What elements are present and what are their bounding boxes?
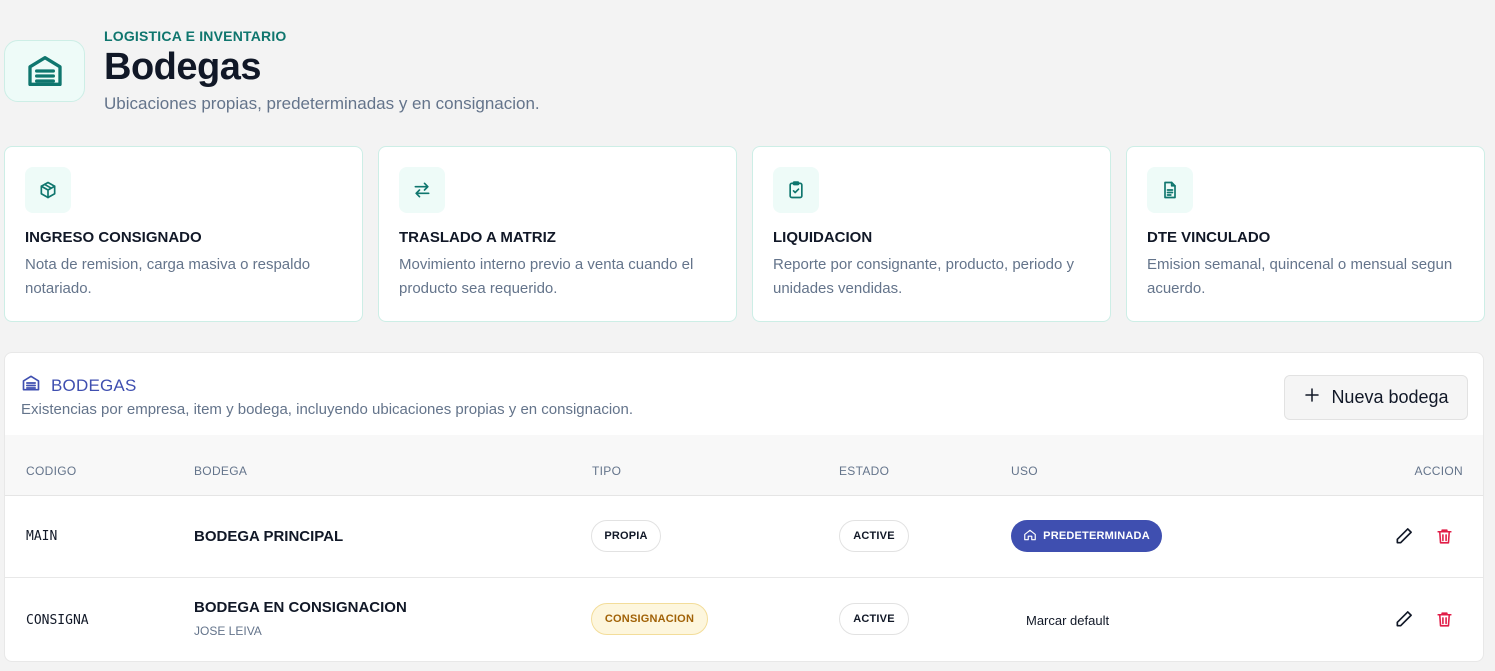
type-badge: CONSIGNACION — [591, 603, 708, 635]
bodegas-panel: BODEGAS Existencias por empresa, item y … — [4, 352, 1484, 662]
col-bodega: BODEGA — [194, 464, 248, 478]
info-cards: INGRESO CONSIGNADO Nota de remision, car… — [4, 146, 1485, 322]
header-warehouse-icon — [4, 40, 85, 102]
card-dte-vinculado: DTE VINCULADO Emision semanal, quincenal… — [1126, 146, 1485, 322]
new-bodega-button[interactable]: Nueva bodega — [1284, 375, 1468, 420]
row-name: BODEGA EN CONSIGNACION — [194, 599, 407, 616]
panel-desc: Existencias por empresa, item y bodega, … — [21, 401, 634, 418]
col-codigo: CODIGO — [26, 464, 77, 478]
delete-icon[interactable] — [1433, 525, 1455, 547]
box-icon — [25, 167, 71, 213]
row-code: MAIN — [26, 529, 58, 544]
transfer-arrows-icon — [399, 167, 445, 213]
default-badge-label: PREDETERMINADA — [1043, 530, 1150, 542]
panel-title: BODEGAS — [21, 373, 136, 398]
default-badge: PREDETERMINADA — [1011, 520, 1162, 552]
card-desc: Movimiento interno previo a venta cuando… — [399, 256, 694, 297]
edit-icon[interactable] — [1393, 525, 1415, 547]
card-title: INGRESO CONSIGNADO — [25, 229, 202, 246]
card-desc: Nota de remision, carga masiva o respald… — [25, 256, 311, 297]
document-icon — [1147, 167, 1193, 213]
mark-default-button[interactable]: Marcar default — [1026, 613, 1109, 628]
table-row: MAIN BODEGA PRINCIPAL PROPIA ACTIVE PRED… — [5, 496, 1483, 578]
row-code: CONSIGNA — [26, 613, 89, 628]
home-icon — [1023, 528, 1037, 545]
panel-title-text: BODEGAS — [51, 375, 137, 395]
card-title: LIQUIDACION — [773, 229, 873, 246]
delete-icon[interactable] — [1433, 608, 1455, 630]
card-title: DTE VINCULADO — [1147, 229, 1271, 246]
table-header: CODIGO BODEGA TIPO ESTADO USO ACCION — [5, 435, 1483, 496]
col-accion: ACCION — [1414, 464, 1463, 478]
clipboard-check-icon — [773, 167, 819, 213]
status-badge: ACTIVE — [839, 603, 909, 635]
warehouse-icon — [21, 373, 41, 398]
card-traslado-matriz: TRASLADO A MATRIZ Movimiento interno pre… — [378, 146, 737, 322]
plus-icon — [1303, 386, 1321, 409]
edit-icon[interactable] — [1393, 608, 1415, 630]
card-ingreso-consignado: INGRESO CONSIGNADO Nota de remision, car… — [4, 146, 363, 322]
new-bodega-label: Nueva bodega — [1331, 387, 1449, 407]
page-title: Bodegas — [104, 46, 261, 88]
card-desc: Emision semanal, quincenal o mensual seg… — [1147, 256, 1453, 297]
card-title: TRASLADO A MATRIZ — [399, 229, 556, 246]
card-desc: Reporte por consignante, producto, perio… — [773, 256, 1075, 297]
type-badge: PROPIA — [591, 520, 661, 552]
row-consignor: JOSE LEIVA — [194, 624, 262, 638]
row-name: BODEGA PRINCIPAL — [194, 528, 344, 545]
col-estado: ESTADO — [839, 464, 890, 478]
col-uso: USO — [1011, 464, 1038, 478]
status-badge: ACTIVE — [839, 520, 909, 552]
table-row: CONSIGNA BODEGA EN CONSIGNACION JOSE LEI… — [5, 578, 1483, 660]
page-eyebrow: LOGISTICA E INVENTARIO — [104, 28, 287, 44]
card-liquidacion: LIQUIDACION Reporte por consignante, pro… — [752, 146, 1111, 322]
page-subtitle: Ubicaciones propias, predeterminadas y e… — [104, 94, 540, 113]
col-tipo: TIPO — [592, 464, 622, 478]
